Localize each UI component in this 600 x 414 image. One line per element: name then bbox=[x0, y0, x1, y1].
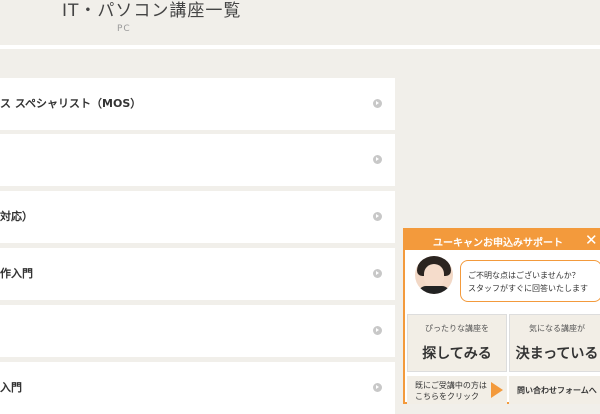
course-name: 対応） bbox=[0, 210, 33, 223]
course-list-item[interactable] bbox=[0, 305, 395, 357]
decided-course-button[interactable]: 気になる講座が 決まっている bbox=[509, 314, 600, 372]
support-widget: ユーキャンお申込みサポート ✕ ご不明な点はございませんか？ スタッフがすぐに回… bbox=[403, 228, 600, 404]
arrow-right-icon bbox=[491, 382, 503, 398]
inquiry-form-label: 問い合わせフォームへ bbox=[517, 386, 597, 395]
course-list-item[interactable]: ス スペシャリスト（MOS） bbox=[0, 78, 395, 130]
bubble-text-line2: スタッフがすぐに回答いたします bbox=[468, 284, 588, 293]
course-list-item[interactable]: 対応） bbox=[0, 191, 395, 243]
page-header: IT・パソコン講座一覧 PC bbox=[0, 0, 600, 44]
chevron-right-icon bbox=[373, 99, 382, 108]
course-list-item[interactable]: 入門 bbox=[0, 362, 395, 414]
course-name: 作入門 bbox=[0, 267, 33, 280]
course-name: 入門 bbox=[0, 381, 22, 394]
find-course-button[interactable]: ぴったりな講座を 探してみる bbox=[407, 314, 507, 372]
bubble-text-line1: ご不明な点はございませんか？ bbox=[468, 271, 580, 280]
support-agent-avatar bbox=[415, 256, 453, 294]
header-divider bbox=[0, 45, 600, 49]
chevron-right-icon bbox=[373, 155, 382, 164]
course-list-item[interactable]: 作入門 bbox=[0, 248, 395, 300]
support-header: ユーキャンお申込みサポート ✕ bbox=[405, 230, 600, 250]
decided-course-caption: 気になる講座が bbox=[529, 324, 585, 333]
support-speech-bubble: ご不明な点はございませんか？ スタッフがすぐに回答いたします bbox=[460, 260, 600, 302]
find-course-label: 探してみる bbox=[422, 346, 492, 362]
chevron-right-icon bbox=[373, 212, 382, 221]
find-course-caption: ぴったりな講座を bbox=[425, 324, 489, 333]
course-name: ス スペシャリスト（MOS） bbox=[0, 97, 142, 110]
close-icon[interactable]: ✕ bbox=[585, 231, 598, 249]
chevron-right-icon bbox=[373, 269, 382, 278]
support-title: ユーキャンお申込みサポート bbox=[433, 238, 563, 249]
chevron-right-icon bbox=[373, 326, 382, 335]
decided-course-label: 決まっている bbox=[515, 346, 599, 362]
page-title: IT・パソコン講座一覧 bbox=[62, 1, 242, 21]
page-subtitle: PC bbox=[117, 24, 131, 34]
chevron-right-icon bbox=[373, 383, 382, 392]
enrolled-text-line1: 既にご受講中の方は bbox=[415, 381, 487, 390]
course-list-item[interactable] bbox=[0, 134, 395, 186]
enrolled-text-line2: こちらをクリック bbox=[415, 392, 479, 401]
